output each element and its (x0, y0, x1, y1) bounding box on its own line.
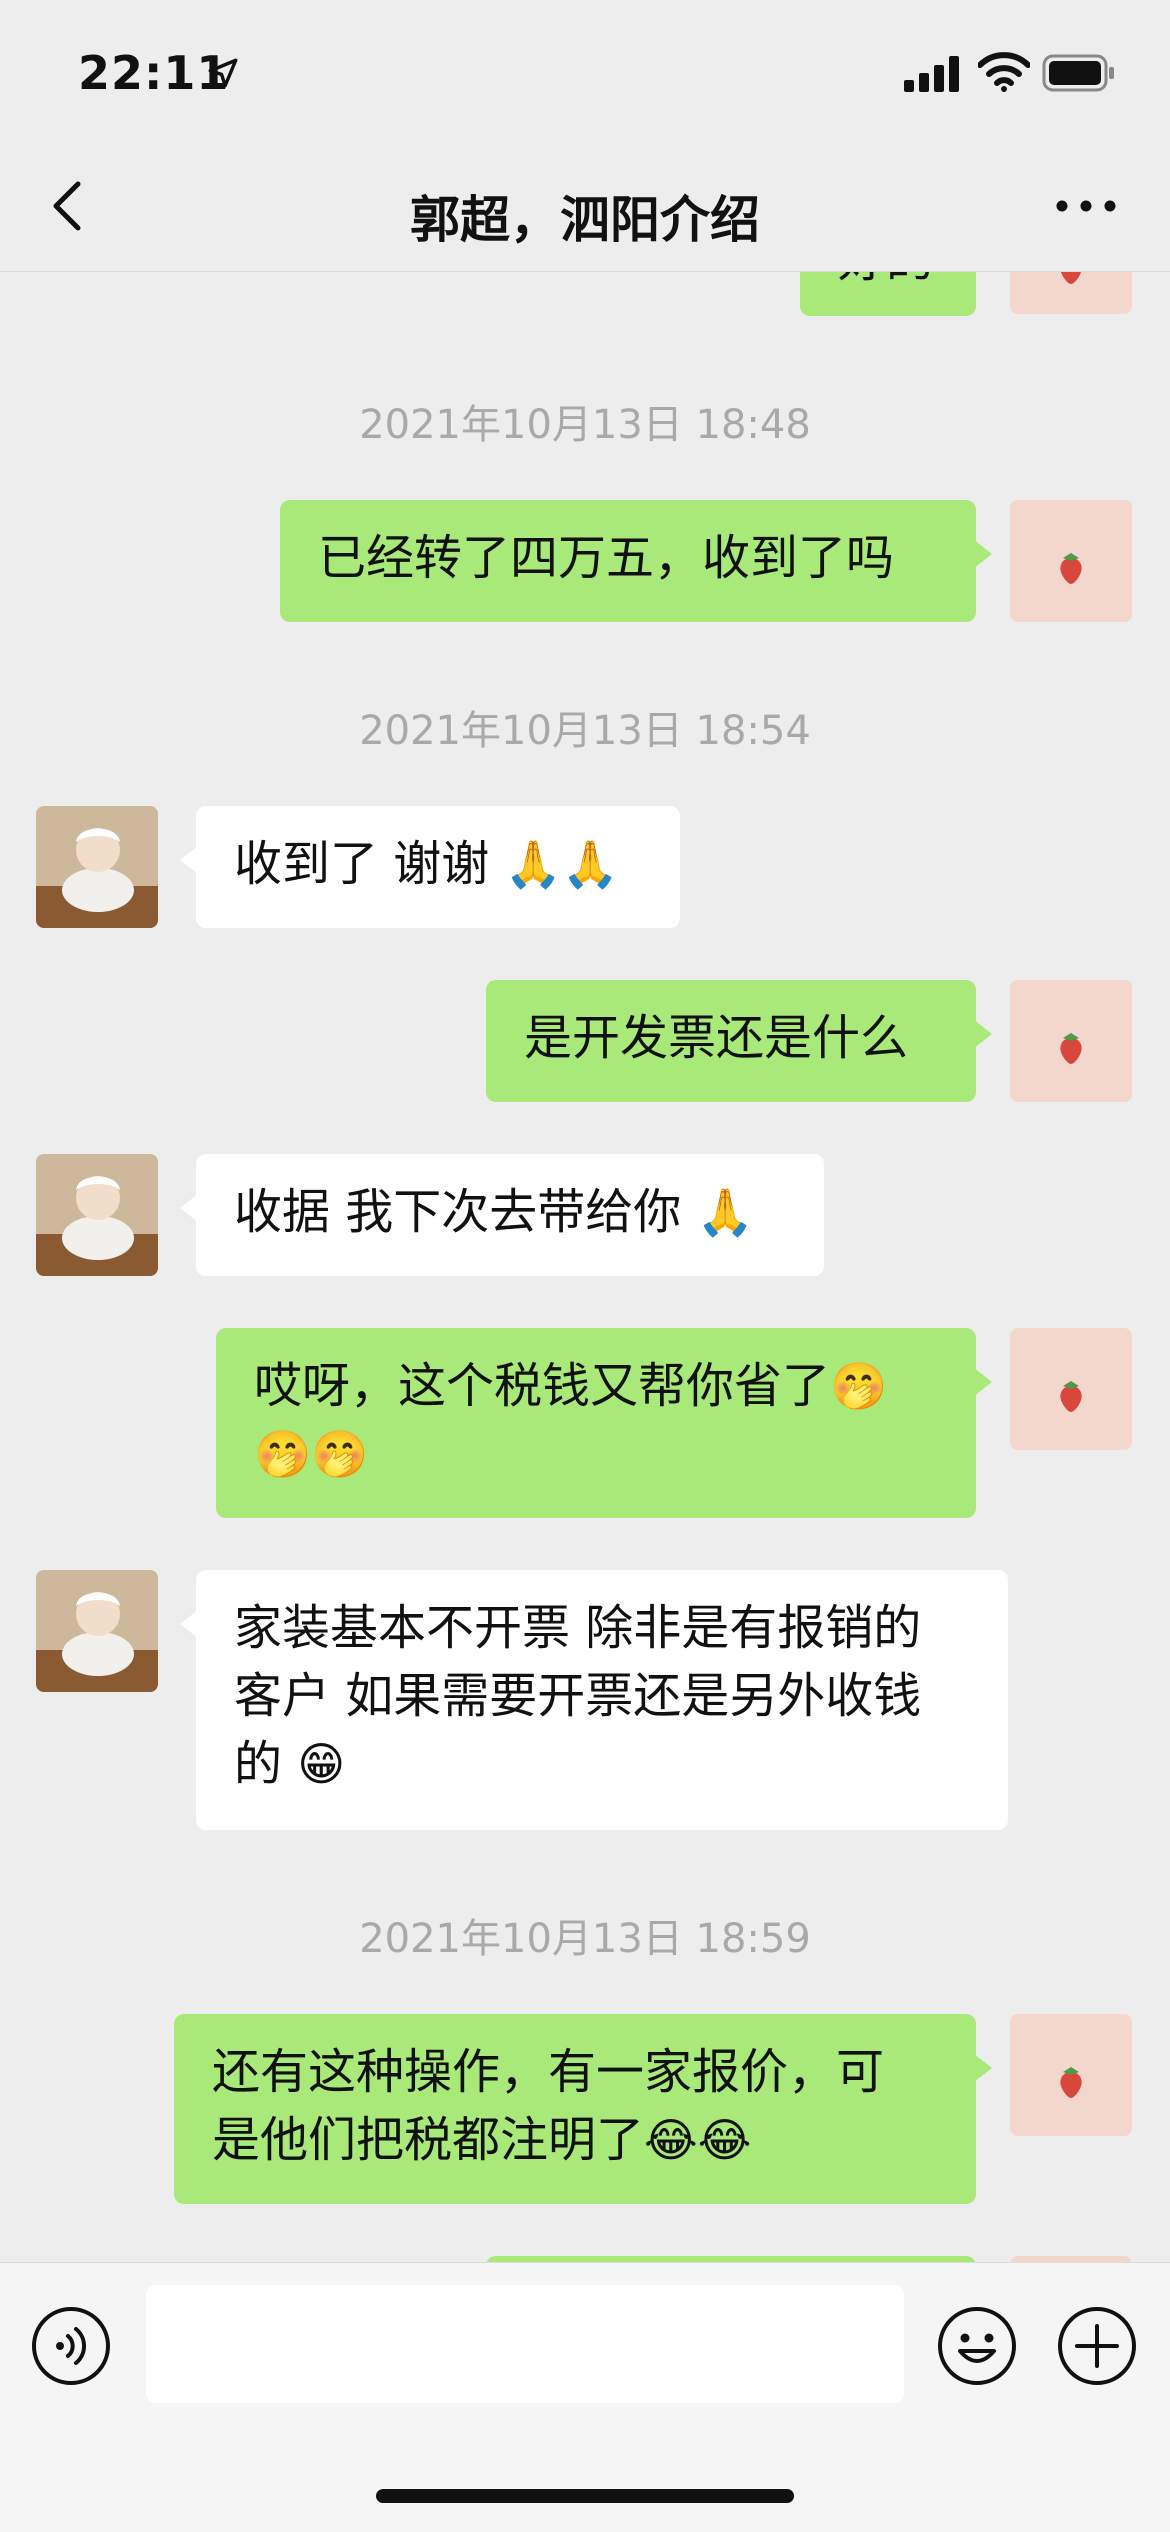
self-avatar[interactable] (1010, 1328, 1132, 1450)
grinning-emoji-icon: 😁 (297, 1737, 346, 1791)
home-indicator (376, 2489, 794, 2503)
baby-photo-avatar-icon (36, 806, 158, 928)
timestamp: 2021年10月13日 18:59 (359, 1916, 811, 1962)
hand-over-mouth-emoji-icon: 🤭 (830, 1359, 888, 1413)
emoji-face-icon[interactable] (936, 2305, 1018, 2387)
message-text: 收到了 谢谢 (234, 836, 505, 892)
strawberry-avatar-icon (1010, 500, 1132, 622)
message-text: 家装基本不开票 除非是有报销的 (234, 1600, 922, 1656)
message-text: 哎呀，这个税钱又帮你省了 (254, 1358, 831, 1414)
message-bubble-other[interactable]: 收到了 谢谢 🙏🙏 (180, 806, 680, 928)
strawberry-avatar-icon (1010, 272, 1132, 314)
message-text: 已经转了四万五，收到了吗 (318, 530, 895, 586)
pray-emoji-icon: 🙏🙏 (504, 837, 620, 891)
message-text: 好的 (838, 272, 934, 288)
message-text: 是他们把税都注明了 (212, 2112, 645, 2168)
message-text: 收据 我下次去带给你 (234, 1184, 697, 1240)
message-bubble-self[interactable]: 是开发票还是什么 (486, 980, 992, 1102)
self-avatar[interactable] (1010, 500, 1132, 622)
message-bubble-other[interactable]: 家装基本不开票 除非是有报销的 客户 如果需要开票还是另外收钱 的 😁 (180, 1570, 1008, 1830)
message-bubble-self[interactable]: 哎呀，这个税钱又帮你省了🤭 🤭🤭 (216, 1328, 992, 1518)
message-text: 客户 如果需要开票还是另外收钱 (234, 1668, 922, 1724)
self-avatar[interactable] (1010, 272, 1132, 314)
timestamp: 2021年10月13日 18:54 (359, 708, 811, 754)
self-avatar[interactable] (1010, 980, 1132, 1102)
strawberry-avatar-icon (1010, 980, 1132, 1102)
strawberry-avatar-icon (1010, 1328, 1132, 1450)
strawberry-avatar-icon (1010, 2014, 1132, 2136)
contact-avatar[interactable] (36, 806, 158, 928)
battery-icon (1042, 54, 1114, 92)
message-text: 的 (234, 1736, 298, 1792)
plus-icon[interactable] (1056, 2305, 1138, 2387)
nav-bar: 郭超，泗阳介绍 (0, 150, 1170, 272)
self-avatar[interactable] (1010, 2014, 1132, 2136)
message-text: 还有这种操作，有一家报价，可 (212, 2044, 885, 2100)
message-bubble-self[interactable]: 好的 (800, 272, 976, 316)
chat-area[interactable]: 好的 2021年10月13日 18:48 已经转了四万五，收到了吗 2021年1… (0, 272, 1170, 2262)
message-bubble-self[interactable]: 已经转了四万五，收到了吗 (280, 500, 992, 622)
wifi-icon (978, 52, 1030, 92)
location-arrow-icon (208, 58, 238, 88)
input-bar (0, 2262, 1170, 2532)
message-text: 是开发票还是什么 (524, 1010, 909, 1066)
more-icon[interactable] (1050, 186, 1122, 226)
baby-photo-avatar-icon (36, 1154, 158, 1276)
timestamp: 2021年10月13日 18:48 (359, 402, 811, 448)
pray-emoji-icon: 🙏 (696, 1185, 754, 1239)
message-bubble-self[interactable]: 还有这种操作，有一家报价，可 是他们把税都注明了😂😂 (174, 2014, 992, 2204)
status-bar: 22:11 (0, 0, 1170, 150)
tears-of-joy-emoji-icon: 😂😂 (644, 2113, 752, 2167)
voice-icon[interactable] (30, 2305, 112, 2387)
hand-over-mouth-emoji-icon: 🤭🤭 (254, 1427, 369, 1481)
signal-icon (904, 56, 959, 92)
message-bubble-other[interactable]: 收据 我下次去带给你 🙏 (180, 1154, 824, 1276)
baby-photo-avatar-icon (36, 1570, 158, 1692)
message-input[interactable] (146, 2285, 904, 2403)
contact-avatar[interactable] (36, 1570, 158, 1692)
contact-avatar[interactable] (36, 1154, 158, 1276)
chat-title: 郭超，泗阳介绍 (410, 191, 760, 249)
